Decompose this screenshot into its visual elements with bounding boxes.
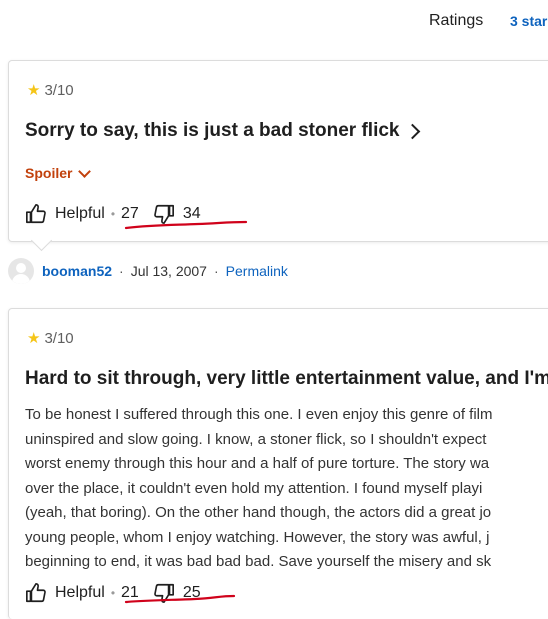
review-title-text[interactable]: Sorry to say, this is just a bad stoner … bbox=[25, 120, 399, 142]
avatar bbox=[8, 258, 34, 284]
author-link[interactable]: booman52 bbox=[42, 263, 112, 279]
thumb-up-icon[interactable] bbox=[25, 582, 47, 604]
rating-value: 3/10 bbox=[44, 329, 74, 347]
review-date: Jul 13, 2007 bbox=[130, 263, 207, 279]
review-title[interactable]: Hard to sit through, very little enterta… bbox=[25, 368, 548, 390]
star-icon: ★ bbox=[27, 82, 41, 99]
review-body: To be honest I suffered through this one… bbox=[25, 403, 548, 575]
spoiler-label[interactable]: Spoiler bbox=[25, 165, 72, 181]
helpful-label: Helpful bbox=[55, 205, 105, 222]
top-bar: Ratings 3 star bbox=[0, 0, 548, 44]
thumb-up-icon[interactable] bbox=[25, 203, 47, 225]
rating-value: 3/10 bbox=[44, 81, 74, 99]
review-rating: ★ 3/10 bbox=[27, 329, 74, 348]
spoiler-toggle[interactable]: Spoiler bbox=[25, 164, 92, 181]
rating-filter-chip[interactable]: 3 star bbox=[510, 13, 547, 29]
review-body-line: To be honest I suffered through this one… bbox=[25, 406, 493, 423]
dot-separator: • bbox=[110, 207, 116, 221]
star-icon: ★ bbox=[27, 330, 41, 347]
review-card: ★ 3/10 Sorry to say, this is just a bad … bbox=[8, 60, 548, 242]
review-body-line: (yeah, that boring). On the other hand t… bbox=[25, 504, 492, 521]
separator: · bbox=[213, 263, 219, 279]
chevron-down-icon[interactable] bbox=[78, 164, 92, 178]
review-card: ★ 3/10 Hard to sit through, very little … bbox=[8, 308, 548, 619]
permalink-link[interactable]: Permalink bbox=[226, 263, 288, 279]
separator: · bbox=[119, 263, 124, 279]
red-underline-annotation bbox=[124, 220, 248, 230]
review-author-row: booman52 · Jul 13, 2007 · Permalink bbox=[8, 257, 288, 285]
review-body-line: uninspired and slow going. I know, a sto… bbox=[25, 430, 487, 448]
review-rating: ★ 3/10 bbox=[27, 81, 74, 100]
review-body-line: beginning to end, it was bad bad bad. Sa… bbox=[25, 553, 492, 570]
review-title[interactable]: Sorry to say, this is just a bad stoner … bbox=[25, 120, 421, 142]
review-body-line: young people, whom I enjoy watching. How… bbox=[25, 528, 490, 546]
ratings-label[interactable]: Ratings bbox=[429, 12, 483, 30]
review-body-line: worst enemy through this hour and a half… bbox=[25, 455, 490, 472]
dot-separator: • bbox=[110, 586, 116, 600]
review-title-text[interactable]: Hard to sit through, very little enterta… bbox=[25, 368, 548, 390]
chevron-right-icon[interactable] bbox=[405, 123, 421, 139]
review-body-line: over the place, it couldn't even hold my… bbox=[25, 479, 483, 497]
red-underline-annotation bbox=[124, 594, 236, 604]
helpful-label: Helpful bbox=[55, 584, 105, 601]
